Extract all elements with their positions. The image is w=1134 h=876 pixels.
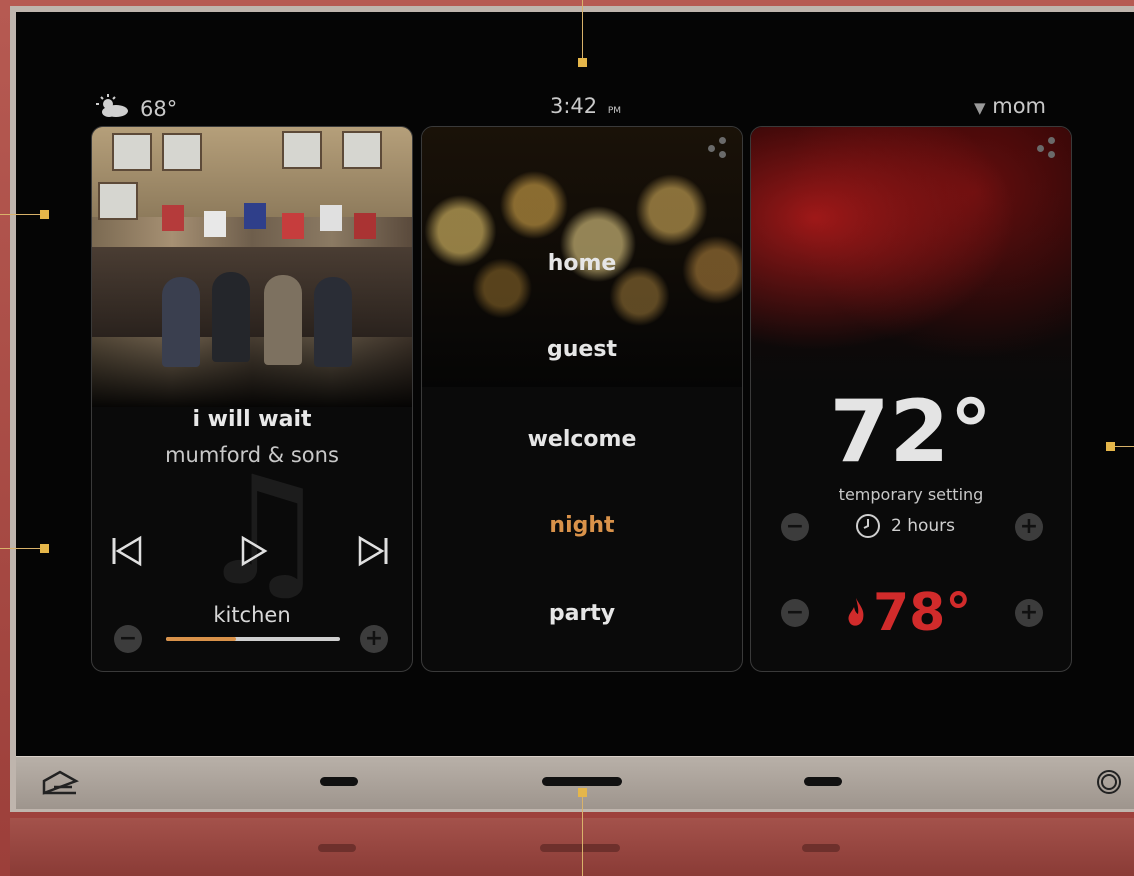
hardware-navbar	[16, 756, 1134, 809]
volume-up-button[interactable]: +	[360, 625, 388, 653]
flame-icon	[848, 598, 864, 626]
power-button[interactable]	[1096, 769, 1122, 799]
home-icon	[42, 770, 79, 795]
skip-back-icon	[112, 535, 142, 567]
heat-wave-background	[751, 127, 1071, 387]
more-options-icon[interactable]	[708, 137, 732, 161]
duration-increase-button[interactable]: +	[1015, 513, 1043, 541]
climate-card: 72° temporary setting − 2 hours + − 78° …	[750, 126, 1072, 672]
page-indicator[interactable]	[320, 777, 358, 786]
volume-slider-fill	[166, 637, 236, 641]
scene-item-party[interactable]: party	[422, 601, 742, 626]
partly-cloudy-icon	[96, 94, 130, 123]
duration-decrease-button[interactable]: −	[781, 513, 809, 541]
callout-marker	[40, 544, 49, 553]
circle-button-icon	[1097, 770, 1121, 794]
setpoint-decrease-button[interactable]: −	[781, 599, 809, 627]
user-switcher[interactable]: ▼ mom	[974, 94, 1046, 118]
outdoor-temperature: 68°	[140, 96, 178, 121]
user-name: mom	[992, 94, 1046, 118]
bezel-reflection	[10, 818, 1134, 876]
current-temperature: 72°	[829, 382, 993, 482]
scenes-card: home guest welcome night party	[421, 126, 743, 672]
weather-widget[interactable]: 68°	[96, 94, 177, 123]
home-button[interactable]	[40, 769, 80, 799]
callout-marker	[578, 788, 587, 797]
play-button[interactable]	[240, 535, 268, 571]
heat-setpoint-value: 78°	[873, 583, 972, 643]
callout-marker	[1106, 442, 1115, 451]
callout-line	[582, 794, 583, 876]
callout-line	[582, 0, 583, 62]
more-options-icon[interactable]	[1037, 137, 1061, 161]
scene-item-home[interactable]: home	[422, 251, 742, 276]
clock: 3:42 PM	[550, 94, 621, 118]
audio-zone-label: kitchen	[213, 603, 291, 627]
scene-item-welcome[interactable]: welcome	[422, 427, 742, 452]
clock-icon	[856, 514, 880, 538]
album-art	[92, 127, 412, 407]
callout-line	[0, 214, 44, 215]
setpoint-increase-button[interactable]: +	[1015, 599, 1043, 627]
previous-track-button[interactable]	[110, 535, 144, 571]
music-card[interactable]: ♫ i will wait mumford & sons kitchen − +	[91, 126, 413, 672]
scene-item-guest[interactable]: guest	[422, 337, 742, 362]
callout-line	[0, 548, 44, 549]
page-indicator[interactable]	[804, 777, 842, 786]
volume-down-button[interactable]: −	[114, 625, 142, 653]
next-track-button[interactable]	[356, 535, 390, 571]
callout-marker	[40, 210, 49, 219]
song-title: i will wait	[192, 407, 312, 432]
hold-duration[interactable]: 2 hours	[855, 513, 955, 539]
music-note-watermark: ♫	[196, 445, 331, 619]
play-icon	[241, 535, 268, 567]
volume-slider[interactable]	[166, 637, 340, 641]
scene-item-night[interactable]: night	[422, 513, 742, 538]
mode-label: temporary setting	[838, 485, 984, 504]
page-indicator-active[interactable]	[542, 777, 622, 786]
artist-name: mumford & sons	[165, 443, 339, 467]
clock-time: 3:42	[550, 94, 598, 118]
callout-marker	[578, 58, 587, 67]
skip-forward-icon	[358, 535, 388, 567]
hold-duration-value: 2 hours	[891, 516, 956, 536]
clock-ampm: PM	[607, 106, 622, 116]
dropdown-caret-icon: ▼	[974, 99, 986, 117]
heat-setpoint[interactable]: 78°	[845, 587, 971, 639]
